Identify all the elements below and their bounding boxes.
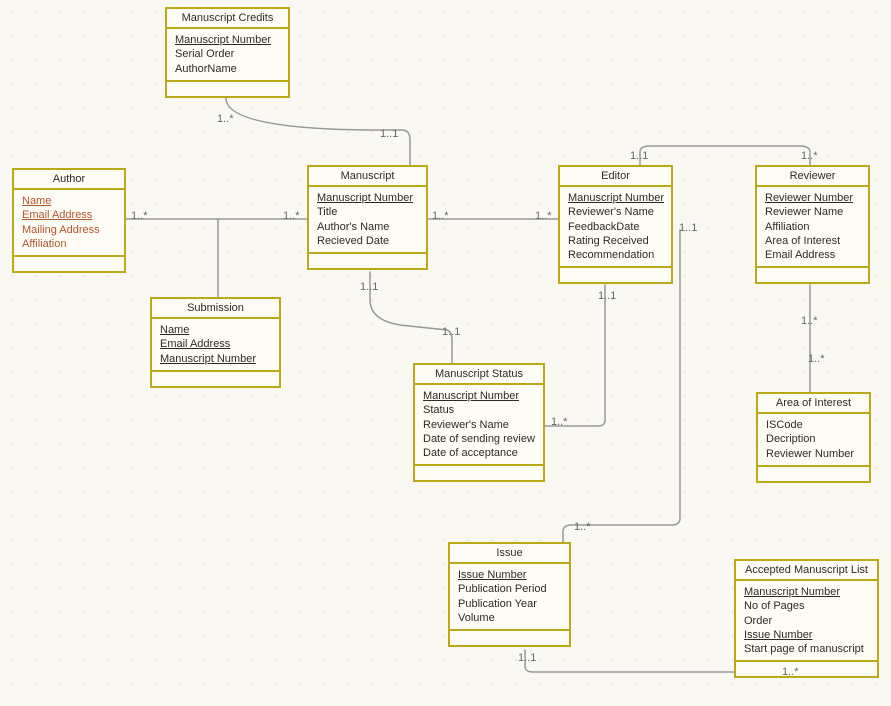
attr: Area of Interest xyxy=(765,234,860,248)
entity-reviewer: Reviewer Reviewer Number Reviewer Name A… xyxy=(755,165,870,284)
attr: Reviewer's Name xyxy=(423,418,535,432)
attr: Recommendation xyxy=(568,248,663,262)
attr: Recieved Date xyxy=(317,234,418,248)
entity-attrs: Reviewer Number Reviewer Name Affiliatio… xyxy=(757,187,868,268)
mult-label: 1..1 xyxy=(360,281,378,293)
attr: No of Pages xyxy=(744,599,869,613)
attr: Rating Received xyxy=(568,234,663,248)
entity-title: Manuscript Status xyxy=(415,365,543,385)
mult-label: 1..1 xyxy=(442,326,460,338)
attr: Reviewer's Name xyxy=(568,205,663,219)
attr: Reviewer Number xyxy=(766,447,861,461)
entity-author: Author Name Email Address Mailing Addres… xyxy=(12,168,126,273)
attr: Mailing Address xyxy=(22,223,116,237)
attr: Author's Name xyxy=(317,220,418,234)
mult-label: 1..1 xyxy=(630,150,648,162)
entity-footer xyxy=(758,467,869,481)
mult-label: 1..1 xyxy=(679,222,697,234)
mult-label: 1..* xyxy=(782,666,799,678)
entity-footer xyxy=(560,268,671,282)
entity-title: Submission xyxy=(152,299,279,319)
entity-footer xyxy=(14,257,124,271)
attr: Manuscript Number xyxy=(423,389,535,403)
attr: Date of sending review xyxy=(423,432,535,446)
attr: Date of acceptance xyxy=(423,446,535,460)
attr: Manuscript Number xyxy=(175,33,280,47)
entity-attrs: Manuscript Number Title Author's Name Re… xyxy=(309,187,426,254)
attr: Title xyxy=(317,205,418,219)
attr: Status xyxy=(423,403,535,417)
attr: Manuscript Number xyxy=(744,585,869,599)
entity-manuscript-status: Manuscript Status Manuscript Number Stat… xyxy=(413,363,545,482)
mult-label: 1..1 xyxy=(380,128,398,140)
attr: Serial Order xyxy=(175,47,280,61)
mult-label: 1..* xyxy=(801,150,818,162)
entity-manuscript: Manuscript Manuscript Number Title Autho… xyxy=(307,165,428,270)
mult-label: 1..* xyxy=(432,210,449,222)
mult-label: 1..* xyxy=(801,315,818,327)
mult-label: 1..* xyxy=(551,416,568,428)
entity-title: Author xyxy=(14,170,124,190)
attr: Issue Number xyxy=(744,628,869,642)
attr: AuthorName xyxy=(175,62,280,76)
entity-footer xyxy=(736,662,877,676)
entity-title: Issue xyxy=(450,544,569,564)
attr: Email Address xyxy=(765,248,860,262)
attr: Affiliation xyxy=(765,220,860,234)
attr: Manuscript Number xyxy=(568,191,663,205)
entity-title: Accepted Manuscript List xyxy=(736,561,877,581)
entity-footer xyxy=(757,268,868,282)
attr: Publication Year xyxy=(458,597,561,611)
entity-issue: Issue Issue Number Publication Period Pu… xyxy=(448,542,571,647)
mult-label: 1..* xyxy=(217,113,234,125)
entity-title: Editor xyxy=(560,167,671,187)
mult-label: 1..* xyxy=(574,521,591,533)
mult-label: 1..* xyxy=(131,210,148,222)
attr: Reviewer Name xyxy=(765,205,860,219)
attr: Manuscript Number xyxy=(160,352,271,366)
entity-attrs: Manuscript Number Status Reviewer's Name… xyxy=(415,385,543,466)
entity-title: Manuscript xyxy=(309,167,426,187)
entity-submission: Submission Name Email Address Manuscript… xyxy=(150,297,281,388)
entity-footer xyxy=(450,631,569,645)
entity-editor: Editor Manuscript Number Reviewer's Name… xyxy=(558,165,673,284)
attr: Order xyxy=(744,614,869,628)
attr: Name xyxy=(22,194,116,208)
entity-footer xyxy=(309,254,426,268)
attr: Email Address xyxy=(160,337,271,351)
entity-attrs: Manuscript Number Reviewer's Name Feedba… xyxy=(560,187,671,268)
entity-attrs: Manuscript Number Serial Order AuthorNam… xyxy=(167,29,288,82)
attr: Volume xyxy=(458,611,561,625)
entity-attrs: Name Email Address Manuscript Number xyxy=(152,319,279,372)
attr: Manuscript Number xyxy=(317,191,418,205)
attr: Name xyxy=(160,323,271,337)
attr: Start page of manuscript xyxy=(744,642,869,656)
attr: Issue Number xyxy=(458,568,561,582)
attr: FeedbackDate xyxy=(568,220,663,234)
entity-attrs: ISCode Decription Reviewer Number xyxy=(758,414,869,467)
attr: Affiliation xyxy=(22,237,116,251)
entity-attrs: Manuscript Number No of Pages Order Issu… xyxy=(736,581,877,662)
entity-footer xyxy=(167,82,288,96)
entity-attrs: Name Email Address Mailing Address Affil… xyxy=(14,190,124,257)
attr: Email Address xyxy=(22,208,116,222)
attr: Decription xyxy=(766,432,861,446)
entity-manuscript-credits: Manuscript Credits Manuscript Number Ser… xyxy=(165,7,290,98)
entity-attrs: Issue Number Publication Period Publicat… xyxy=(450,564,569,631)
mult-label: 1..* xyxy=(283,210,300,222)
entity-title: Reviewer xyxy=(757,167,868,187)
mult-label: 1..* xyxy=(808,353,825,365)
entity-footer xyxy=(415,466,543,480)
attr: Reviewer Number xyxy=(765,191,860,205)
entity-area-of-interest: Area of Interest ISCode Decription Revie… xyxy=(756,392,871,483)
entity-footer xyxy=(152,372,279,386)
entity-accepted-manuscript-list: Accepted Manuscript List Manuscript Numb… xyxy=(734,559,879,678)
mult-label: 1..* xyxy=(535,210,552,222)
mult-label: 1..1 xyxy=(518,652,536,664)
mult-label: 1..1 xyxy=(598,290,616,302)
entity-title: Manuscript Credits xyxy=(167,9,288,29)
entity-title: Area of Interest xyxy=(758,394,869,414)
attr: ISCode xyxy=(766,418,861,432)
attr: Publication Period xyxy=(458,582,561,596)
